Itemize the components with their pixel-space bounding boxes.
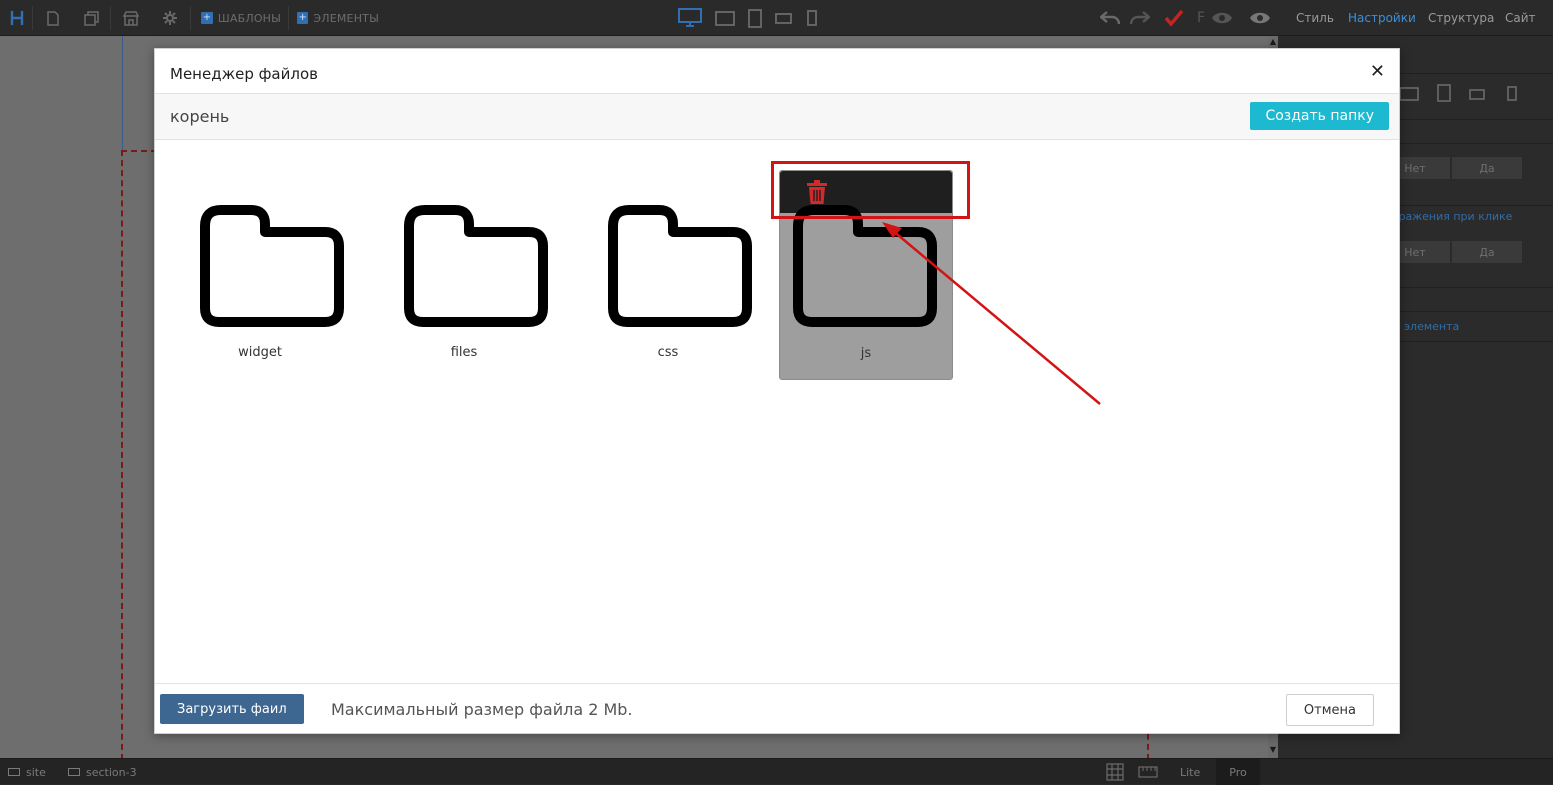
checkmark-icon[interactable] [1162, 0, 1186, 36]
breadcrumb-section[interactable]: section-3 [68, 759, 137, 785]
preview-icon[interactable] [1208, 0, 1236, 36]
phone-landscape-icon[interactable] [1469, 89, 1485, 100]
elements-label: ЭЛЕМЕНТЫ [313, 11, 379, 25]
breadcrumb-section-label: section-3 [86, 765, 137, 779]
tab-settings[interactable]: Настройки [1348, 0, 1416, 36]
breadcrumb-bar: корень Создать папку [155, 94, 1399, 140]
folder-icon [404, 205, 548, 327]
tablet-portrait-icon[interactable] [1437, 84, 1451, 102]
folder-item-css[interactable]: css [581, 190, 755, 380]
eye-icon[interactable] [1246, 0, 1274, 36]
folder-name: js [860, 346, 872, 361]
canvas-guide-line [122, 36, 123, 150]
phone-landscape-icon[interactable] [772, 0, 794, 36]
folder-icon [793, 205, 937, 327]
duplicate-icon[interactable] [80, 0, 102, 36]
lite-mode-button[interactable]: Lite [1180, 759, 1200, 785]
elements-button[interactable]: + ЭЛЕМЕНТЫ [297, 0, 379, 36]
folder-item-files[interactable]: files [377, 190, 551, 380]
top-toolbar: + ШАБЛОНЫ + ЭЛЕМЕНТЫ F Стиль Настройки С… [0, 0, 1553, 36]
breadcrumb-root[interactable]: корень [170, 107, 229, 126]
dialog-header: Менеджер файлов ✕ [155, 49, 1399, 94]
option-yes-button[interactable]: Да [1451, 156, 1523, 180]
create-folder-button[interactable]: Создать папку [1250, 102, 1389, 130]
plus-icon: + [200, 12, 213, 24]
f-text: F [1196, 10, 1206, 26]
grid-icon[interactable] [1106, 759, 1124, 785]
ruler-icon[interactable] [1138, 759, 1158, 785]
upload-file-button[interactable]: Загрузить фаил [160, 694, 304, 724]
file-manager-dialog: Менеджер файлов ✕ корень Создать папку w… [154, 48, 1400, 734]
scroll-up-icon[interactable]: ▲ [1268, 37, 1278, 47]
undo-icon[interactable] [1098, 0, 1122, 36]
breadcrumb-site[interactable]: site [8, 759, 46, 785]
tablet-landscape-icon[interactable] [1399, 87, 1419, 101]
desktop-view-icon[interactable] [676, 0, 704, 36]
logo-icon[interactable] [4, 0, 30, 36]
dialog-footer: Загрузить фаил Максимальный размер файла… [155, 683, 1399, 733]
new-page-icon[interactable] [42, 0, 64, 36]
gear-icon[interactable] [159, 0, 181, 36]
phone-portrait-icon[interactable] [1507, 86, 1517, 101]
breadcrumb-site-label: site [26, 765, 46, 779]
tab-site[interactable]: Сайт [1505, 0, 1536, 36]
tab-structure[interactable]: Структура [1428, 0, 1494, 36]
scroll-down-icon[interactable]: ▼ [1268, 745, 1278, 755]
redo-icon[interactable] [1128, 0, 1152, 36]
f-label: F [1194, 0, 1208, 36]
option-yes-button[interactable]: Да [1451, 240, 1523, 264]
pro-mode-button[interactable]: Pro [1216, 759, 1260, 785]
status-bar: site section-3 Lite Pro [0, 758, 1553, 785]
store-icon[interactable] [120, 0, 142, 36]
dialog-title: Менеджер файлов [170, 65, 318, 83]
tablet-portrait-icon[interactable] [744, 0, 766, 36]
annotation-highlight-box [771, 161, 970, 219]
folder-icon [200, 205, 344, 327]
templates-button[interactable]: + ШАБЛОНЫ [200, 0, 282, 36]
section-icon [68, 768, 80, 776]
phone-portrait-icon[interactable] [802, 0, 822, 36]
templates-label: ШАБЛОНЫ [217, 11, 282, 25]
close-icon[interactable]: ✕ [1370, 63, 1385, 81]
folder-name: widget [238, 345, 282, 360]
folder-name: css [657, 345, 679, 360]
folder-name: files [450, 345, 478, 360]
max-file-size-text: Максимальный размер файла 2 Mb. [331, 700, 633, 719]
section-icon [8, 768, 20, 776]
file-grid: widget files css js [155, 140, 1399, 683]
cancel-button[interactable]: Отмена [1285, 694, 1374, 726]
tablet-landscape-icon[interactable] [712, 0, 738, 36]
plus-icon: + [297, 12, 309, 24]
folder-icon [608, 205, 752, 327]
folder-item-widget[interactable]: widget [173, 190, 347, 380]
tab-style[interactable]: Стиль [1296, 0, 1334, 36]
image-click-label: ображения при клике [1385, 210, 1513, 223]
